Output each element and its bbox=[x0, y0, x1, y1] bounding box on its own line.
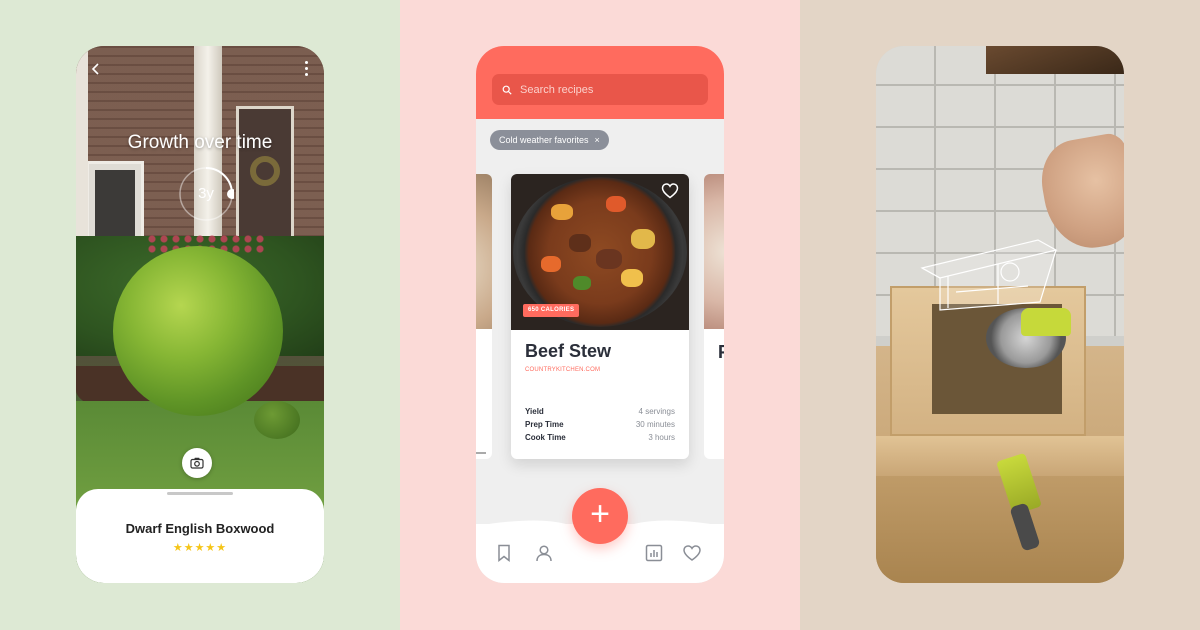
next-recipe-title: F bbox=[718, 342, 724, 362]
search-placeholder: Search recipes bbox=[520, 83, 594, 96]
detail-label: Prep Time bbox=[525, 420, 564, 429]
recipe-phone-screen: Search recipes Cold weather favorites × F bbox=[476, 46, 724, 583]
birdhouse-ar-model[interactable] bbox=[918, 232, 1068, 312]
back-chevron-icon[interactable] bbox=[88, 61, 104, 77]
calories-badge: 650 CALORIES bbox=[523, 304, 580, 317]
plant-info-card[interactable]: Dwarf English Boxwood ★★★★★ bbox=[76, 489, 324, 583]
garden-top-bar bbox=[76, 46, 324, 86]
bench-front bbox=[876, 476, 1124, 583]
featured-recipe-card[interactable]: 650 CALORIES Beef Stew COUNTRYKITCHEN.CO… bbox=[511, 174, 689, 459]
add-recipe-button[interactable]: + bbox=[572, 488, 628, 544]
ar-panel bbox=[800, 0, 1200, 630]
camera-button[interactable] bbox=[182, 448, 212, 478]
recipe-source-link[interactable]: COUNTRYKITCHEN.COM bbox=[525, 367, 600, 373]
door-wreath bbox=[250, 156, 280, 186]
miter-saw-guard bbox=[1021, 308, 1071, 336]
camera-icon bbox=[190, 457, 204, 469]
detail-label: Cook Time bbox=[525, 433, 566, 442]
ceiling-beams bbox=[986, 46, 1124, 74]
more-vertical-icon[interactable] bbox=[302, 61, 310, 77]
bookmark-icon[interactable] bbox=[494, 543, 514, 563]
detail-value: 3 hours bbox=[648, 433, 675, 442]
detail-label: Yield bbox=[525, 407, 544, 416]
next-recipe-image bbox=[704, 174, 724, 329]
growth-value: 3y bbox=[198, 185, 214, 202]
chip-close-icon[interactable]: × bbox=[595, 135, 600, 145]
garden-phone-screen: Growth over time 3y Dwarf English Boxwoo… bbox=[76, 46, 324, 583]
filter-chip[interactable]: Cold weather favorites × bbox=[490, 130, 609, 150]
growth-time-dial[interactable]: 3y bbox=[178, 166, 237, 222]
filter-chip-label: Cold weather favorites bbox=[499, 135, 589, 145]
drag-handle[interactable] bbox=[167, 492, 233, 495]
recipe-title: Beef Stew bbox=[525, 341, 612, 361]
plant-name: Dwarf English Boxwood bbox=[125, 521, 275, 536]
recipe-header: Search recipes bbox=[476, 46, 724, 119]
recipe-panel: Search recipes Cold weather favorites × F bbox=[400, 0, 800, 630]
next-recipe-card[interactable]: F bbox=[704, 174, 724, 459]
previous-recipe-card[interactable] bbox=[476, 174, 492, 459]
star-rating: ★★★★★ bbox=[172, 542, 228, 554]
growth-title: Growth over time bbox=[127, 132, 273, 153]
detail-value: 4 servings bbox=[638, 407, 675, 416]
boxwood-shrub bbox=[113, 246, 283, 416]
recipe-detail-row: Yield 4 servings bbox=[525, 407, 675, 420]
recipe-detail-row: Prep Time 30 minutes bbox=[525, 420, 675, 433]
detail-value: 30 minutes bbox=[635, 420, 675, 429]
recipe-photo: 650 CALORIES bbox=[511, 174, 689, 330]
favorite-heart-icon[interactable] bbox=[661, 182, 679, 200]
recipe-detail-row: Cook Time 3 hours bbox=[525, 433, 675, 446]
profile-icon[interactable] bbox=[534, 543, 554, 563]
previous-recipe-image bbox=[476, 174, 492, 329]
garden-panel: Growth over time 3y Dwarf English Boxwoo… bbox=[0, 0, 400, 630]
small-shrub bbox=[254, 401, 300, 439]
search-icon bbox=[502, 85, 512, 95]
search-input[interactable]: Search recipes bbox=[492, 74, 708, 105]
chart-icon[interactable] bbox=[644, 543, 664, 563]
heart-icon[interactable] bbox=[682, 543, 702, 563]
ar-phone-screen bbox=[876, 46, 1124, 583]
